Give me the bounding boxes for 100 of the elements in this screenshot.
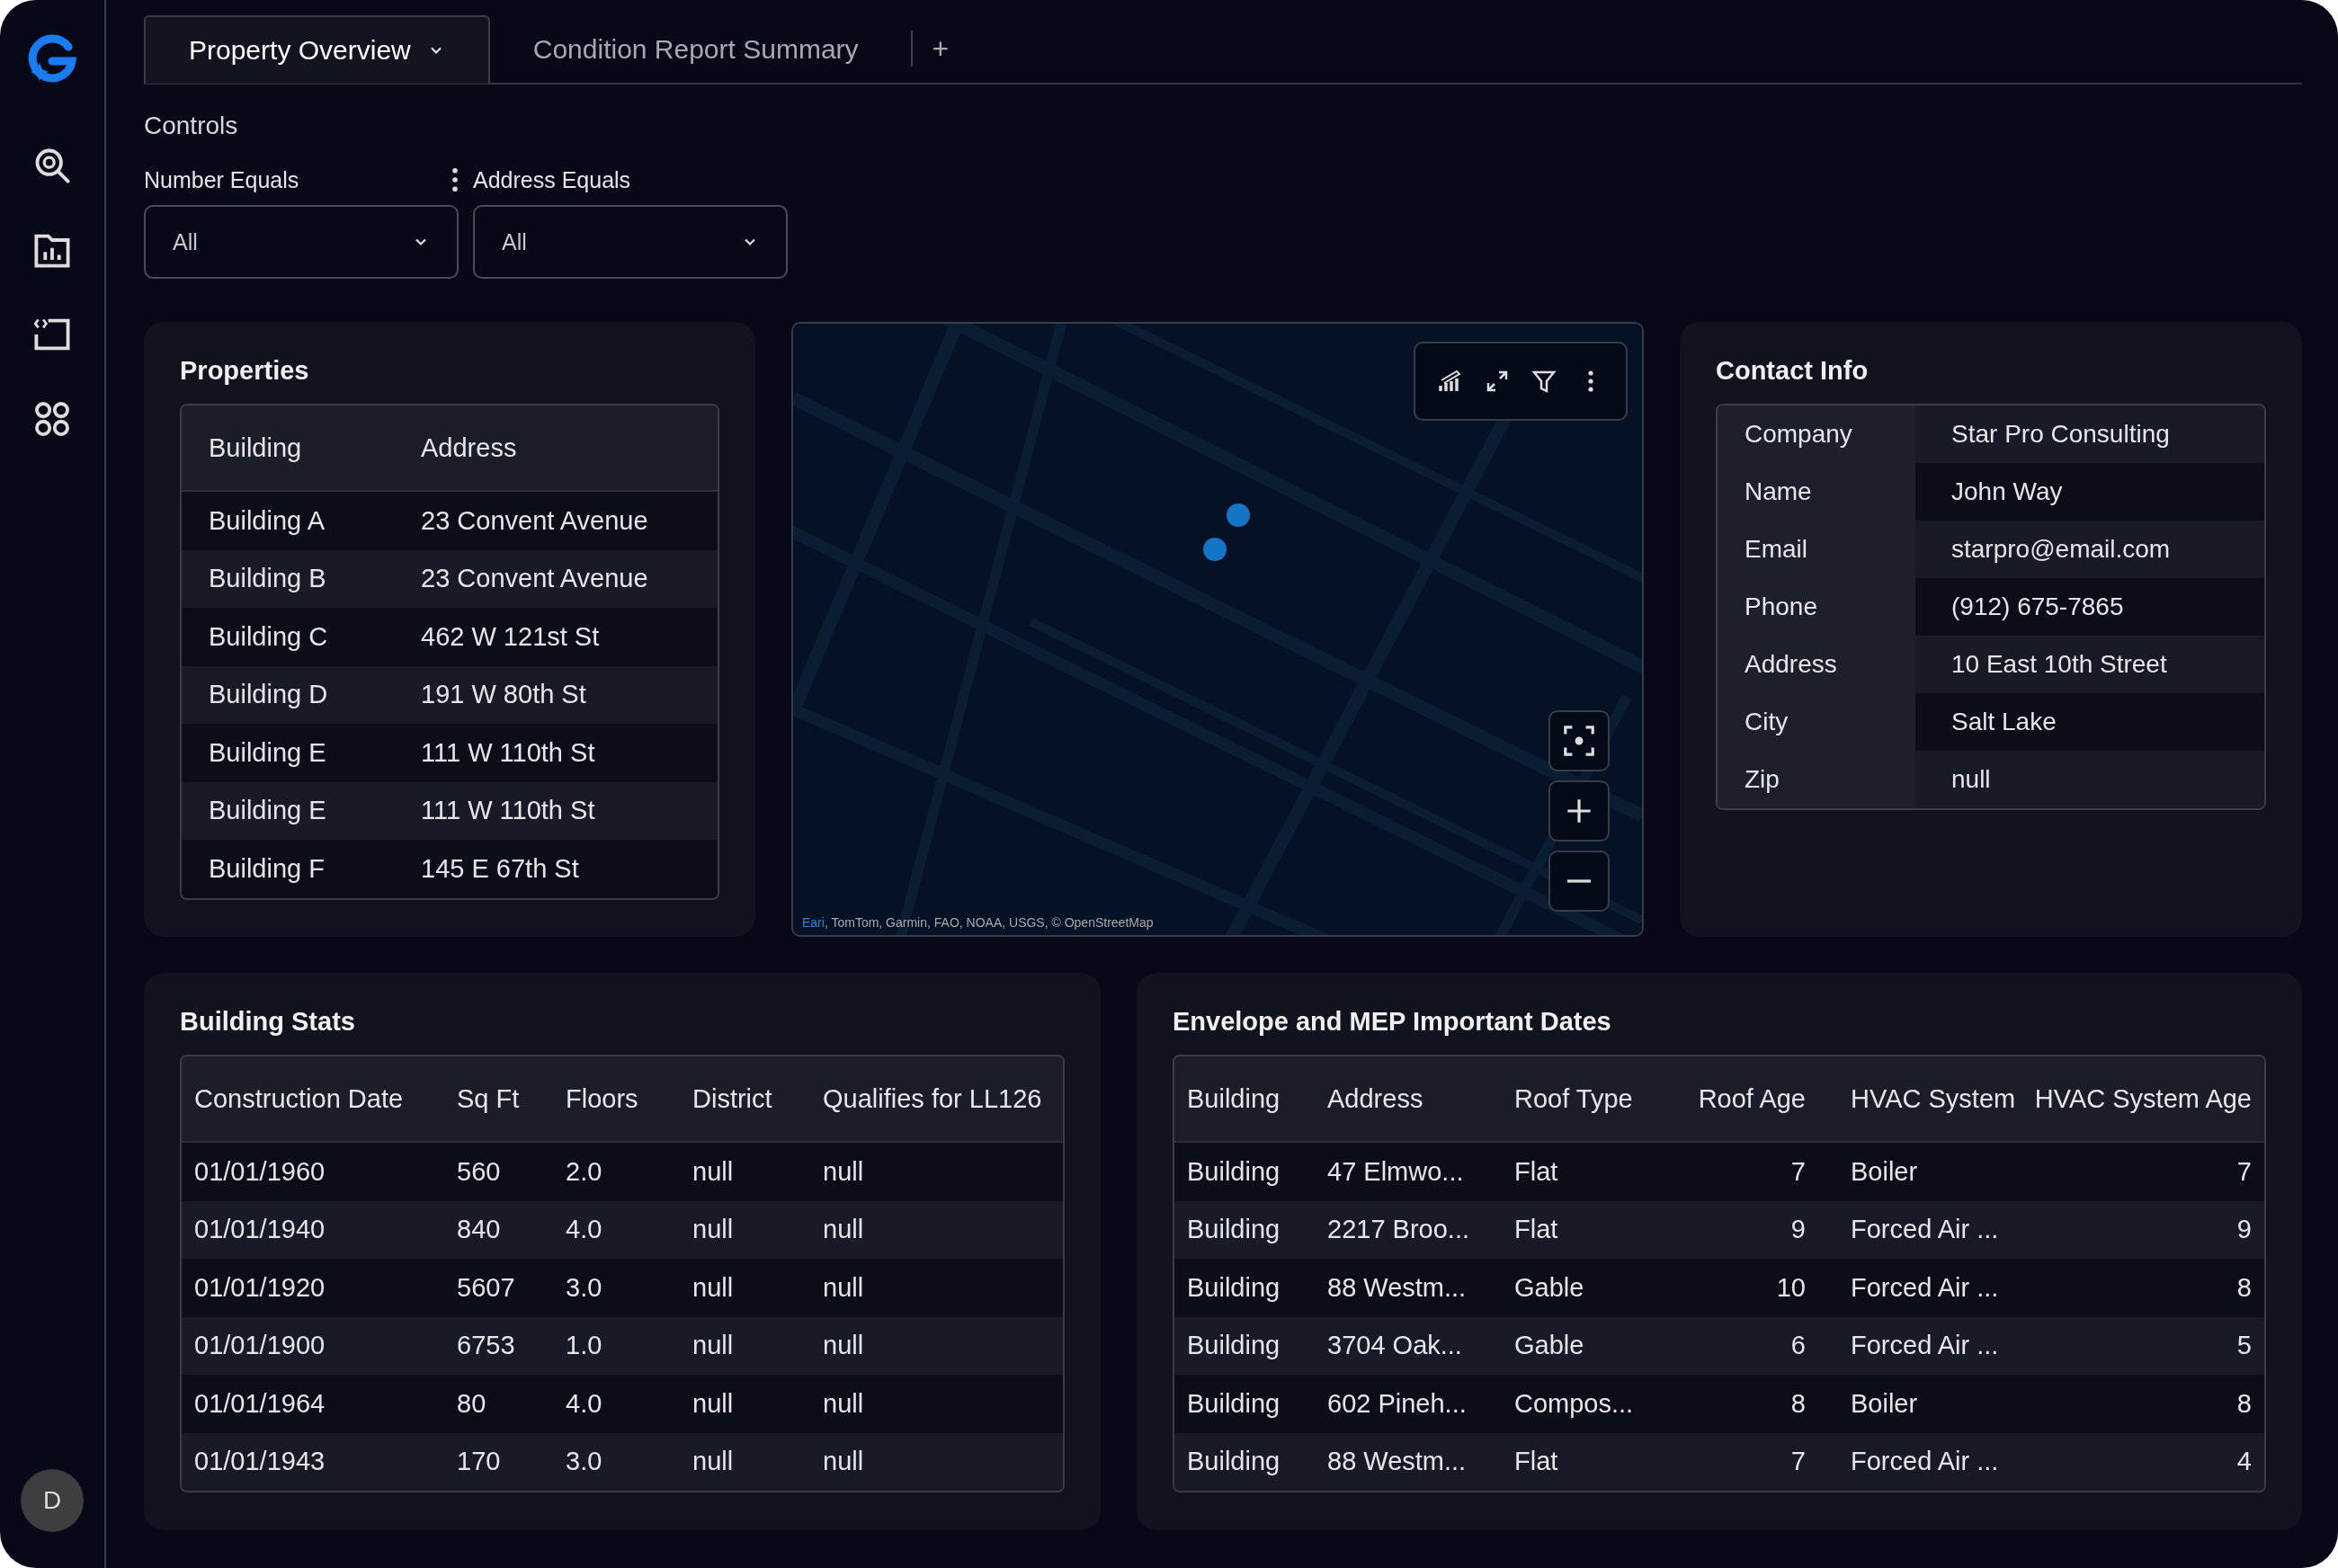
table-cell-text: 01/01/1920 [193, 1272, 326, 1303]
locate-button[interactable] [1548, 710, 1610, 771]
table-cell-text: Boiler [1850, 1388, 1919, 1419]
apps-grid-icon[interactable] [32, 399, 72, 439]
tab[interactable]: Condition Report Summary [489, 15, 902, 84]
table-cell-text: 6 [1789, 1331, 1807, 1361]
table-cell-text: 80 [456, 1388, 487, 1419]
table-cell-text: 01/01/1964 [193, 1388, 326, 1419]
table-cell-text: 560 [456, 1156, 502, 1187]
table-cell-text: Building D [208, 680, 329, 710]
table-cell-text: 01/01/1940 [193, 1215, 326, 1245]
table-cell-text: Building [1186, 1331, 1281, 1361]
attribution-link[interactable]: Eari [802, 915, 825, 930]
table-cell-text: null [692, 1215, 735, 1245]
minus-icon [1567, 879, 1591, 883]
column-header: Address [1326, 1083, 1424, 1114]
tab[interactable]: Property Overview [144, 15, 490, 84]
table-cell-text: Building [1186, 1156, 1281, 1187]
table-cell-text: Boiler [1850, 1156, 1919, 1187]
filter-dropdown[interactable]: All [144, 205, 459, 279]
table-cell-text: 4.0 [565, 1388, 603, 1419]
table-cell-text: Building [1186, 1447, 1281, 1477]
table-cell-text: Flat [1513, 1156, 1559, 1187]
add-tab-button[interactable]: + [926, 31, 955, 67]
table-cell-text: 01/01/1900 [193, 1331, 326, 1361]
table-cell-text: 111 W 110th St [420, 796, 596, 826]
table-cell-text: 7 [1789, 1447, 1807, 1477]
more-icon[interactable] [451, 167, 459, 192]
table-cell-text: Building E [208, 796, 327, 826]
table-cell-text: 191 W 80th St [420, 680, 587, 710]
column-header: District [692, 1083, 773, 1114]
table-cell-text: 47 Elmwo... [1326, 1156, 1465, 1187]
table-cell-text: 23 Convent Avenue [420, 564, 649, 594]
field-name: Name [1718, 463, 1915, 521]
table-cell-text: Forced Air ... [1850, 1447, 2000, 1477]
filter-label: Number Equals [144, 166, 299, 193]
filter-dropdown[interactable]: All [473, 205, 788, 279]
table-cell-text: 6753 [456, 1331, 516, 1361]
table-cell-text: Building [1186, 1388, 1281, 1419]
table-cell-text: Building A [208, 505, 326, 536]
table-cell-text: null [692, 1331, 735, 1361]
user-avatar[interactable]: D [21, 1469, 84, 1532]
table-cell-text: 840 [456, 1215, 502, 1245]
table-cell-text: 23 Convent Avenue [420, 505, 649, 536]
table-cell-text: 7 [2235, 1156, 2253, 1187]
field-name: City [1718, 693, 1915, 751]
table-cell-text: 88 Westm... [1326, 1272, 1468, 1303]
column-header: HVAC System [1850, 1083, 2016, 1114]
table-cell-text: 1.0 [565, 1331, 603, 1361]
table-cell-text: null [822, 1215, 865, 1245]
zoom-in-button[interactable] [1548, 780, 1610, 842]
column-header: Floors [565, 1083, 639, 1114]
table-cell-text: 9 [2235, 1215, 2253, 1245]
map-attribution: Eari, TomTom, Garmin, FAO, NOAA, USGS, © OpenStreetMap [802, 915, 1154, 930]
table-cell-text: Building F [208, 853, 326, 884]
table-cell-text: null [692, 1447, 735, 1477]
table-cell-text: Flat [1513, 1447, 1559, 1477]
table-cell-text: Building B [208, 564, 327, 594]
table-cell-text: 602 Pineh... [1326, 1388, 1468, 1419]
table-cell-text: 8 [2235, 1272, 2253, 1303]
card-title: Properties [180, 356, 310, 386]
table-cell-text: null [692, 1388, 735, 1419]
column-header: Roof Age [1697, 1083, 1807, 1114]
table-cell-text: Forced Air ... [1850, 1331, 2000, 1361]
table-cell-text: Building C [208, 621, 329, 652]
field-value: John Way [1915, 463, 2264, 521]
column-header: Building [208, 432, 303, 463]
column-header: Qualifies for LL126 [822, 1083, 1043, 1114]
table-cell-text: 10 [1775, 1272, 1807, 1303]
table-cell-text: 3704 Oak... [1326, 1331, 1463, 1361]
focus-icon [1562, 724, 1596, 758]
table-cell-text: 8 [1789, 1388, 1807, 1419]
filter-label: Address Equals [473, 166, 631, 193]
table-cell-text: 4 [2235, 1447, 2253, 1477]
field-value: null [1915, 751, 2264, 808]
table-cell-text: 9 [1789, 1215, 1807, 1245]
table-cell-text: 462 W 121st St [420, 621, 601, 652]
table-cell-text: 3.0 [565, 1272, 603, 1303]
section-title: Controls [144, 111, 239, 140]
field-value: Star Pro Consulting [1915, 405, 2264, 463]
field-value: starpro@email.com [1915, 521, 2264, 578]
field-value: Salt Lake [1915, 693, 2264, 751]
table-cell-text: null [692, 1156, 735, 1187]
table-cell-text: 01/01/1960 [193, 1156, 326, 1187]
zoom-out-button[interactable] [1548, 851, 1610, 912]
table-cell-text: 145 E 67th St [420, 853, 580, 884]
table-cell-text: null [822, 1331, 865, 1361]
table-cell-text: 4.0 [565, 1215, 603, 1245]
table-cell-text: null [822, 1156, 865, 1187]
table-cell-text: Forced Air ... [1850, 1215, 2000, 1245]
table-cell-text: 5607 [456, 1272, 516, 1303]
table-cell-text: Building E [208, 737, 327, 768]
table-cell-text: Building [1186, 1272, 1281, 1303]
table-cell-text: 2217 Broo... [1326, 1215, 1470, 1245]
table-cell-text: 3.0 [565, 1447, 603, 1477]
card-title: Building Stats [180, 1007, 356, 1037]
table-cell-text: null [822, 1447, 865, 1477]
column-header: Address [420, 432, 518, 463]
table-cell-text: 88 Westm... [1326, 1447, 1468, 1477]
card-title: Contact Info [1716, 356, 1870, 386]
